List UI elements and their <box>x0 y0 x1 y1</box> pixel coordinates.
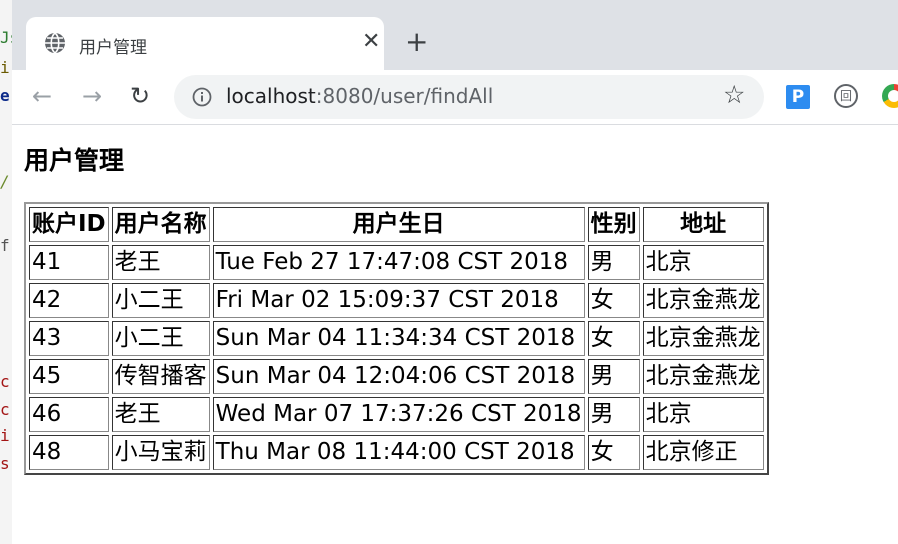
table-cell: 北京修正 <box>642 435 764 470</box>
code-fragment: c <box>0 372 10 391</box>
table-cell: 小马宝莉 <box>111 435 210 470</box>
table-cell: 42 <box>29 283 109 318</box>
table-cell: 48 <box>29 435 109 470</box>
circle-extension-icon[interactable]: 回 <box>834 84 858 108</box>
column-header: 用户生日 <box>212 207 585 242</box>
address-bar[interactable]: localhost:8080/user/findAll ☆ <box>174 75 764 119</box>
table-row: 41 老王 Tue Feb 27 17:47:08 CST 2018 男北京 <box>29 245 764 280</box>
code-fragment: f <box>0 236 10 255</box>
table-cell: 45 <box>29 359 109 394</box>
code-fragment: c <box>0 400 10 419</box>
table-cell: 老王 <box>111 245 210 280</box>
table-cell: 男 <box>587 359 640 394</box>
table-cell: Sun Mar 04 12:04:06 CST 2018 <box>212 359 585 394</box>
table-cell: 女 <box>587 283 640 318</box>
globe-icon <box>44 32 66 54</box>
url-text[interactable]: localhost:8080/user/findAll <box>226 84 493 108</box>
table-cell: Wed Mar 07 17:37:26 CST 2018 <box>212 397 585 432</box>
column-header: 用户名称 <box>111 207 210 242</box>
back-button[interactable]: ← <box>32 82 52 110</box>
browser-window: 用户管理 ✕ + ← → ↻ localhost:8080/user/findA… <box>12 0 898 544</box>
table-cell: 老王 <box>111 397 210 432</box>
table-cell: 小二王 <box>111 321 210 356</box>
table-row: 43 小二王 Sun Mar 04 11:34:34 CST 2018 女北京金燕龙 <box>29 321 764 356</box>
tab-strip: 用户管理 ✕ + <box>12 0 898 70</box>
table-row: 46 老王 Wed Mar 07 17:37:26 CST 2018 男北京 <box>29 397 764 432</box>
p-extension-icon[interactable]: P <box>786 85 810 109</box>
info-icon[interactable] <box>192 87 212 111</box>
code-fragment: i <box>0 426 10 445</box>
tab-user-management[interactable]: 用户管理 ✕ <box>26 17 384 70</box>
table-cell: 北京金燕龙 <box>642 283 764 318</box>
page-title: 用户管理 <box>24 146 125 175</box>
table-cell: 43 <box>29 321 109 356</box>
table-row: 42 小二王 Fri Mar 02 15:09:37 CST 2018 女北京金燕龙 <box>29 283 764 318</box>
column-header: 性别 <box>587 207 640 242</box>
table-cell: 北京金燕龙 <box>642 321 764 356</box>
table-header-row: 账户ID 用户名称 用户生日 性别 地址 <box>29 207 764 242</box>
bookmark-star-icon[interactable]: ☆ <box>723 80 745 109</box>
table-cell: 传智播客 <box>111 359 210 394</box>
url-host: localhost <box>226 84 316 108</box>
url-path: :8080/user/findAll <box>315 84 494 108</box>
table-cell: 41 <box>29 245 109 280</box>
table-row: 48 小马宝莉 Thu Mar 08 11:44:00 CST 2018 女北京修正 <box>29 435 764 470</box>
table-cell: Sun Mar 04 11:34:34 CST 2018 <box>212 321 585 356</box>
user-table: 账户ID 用户名称 用户生日 性别 地址 41 老王 Tue Feb 27 17:4… <box>24 202 769 475</box>
table-cell: 北京金燕龙 <box>642 359 764 394</box>
table-cell: 46 <box>29 397 109 432</box>
table-row: 45 传智播客 Sun Mar 04 12:04:06 CST 2018 男北京金燕龙 <box>29 359 764 394</box>
code-fragment: s <box>0 454 10 473</box>
table-cell: 小二王 <box>111 283 210 318</box>
table-cell: Tue Feb 27 17:47:08 CST 2018 <box>212 245 585 280</box>
table-cell: 北京 <box>642 245 764 280</box>
table-cell: 北京 <box>642 397 764 432</box>
table-cell: Thu Mar 08 11:44:00 CST 2018 <box>212 435 585 470</box>
table-cell: 男 <box>587 245 640 280</box>
reload-button[interactable]: ↻ <box>130 82 150 110</box>
table-cell: 女 <box>587 435 640 470</box>
new-tab-button[interactable]: + <box>405 25 428 59</box>
code-fragment: i <box>0 58 10 77</box>
tab-title: 用户管理 <box>79 38 147 58</box>
browser-toolbar: ← → ↻ localhost:8080/user/findAll ☆ <box>12 70 898 125</box>
table-cell: Fri Mar 02 15:09:37 CST 2018 <box>212 283 585 318</box>
table-cell: 女 <box>587 321 640 356</box>
column-header: 地址 <box>642 207 764 242</box>
table-cell: 男 <box>587 397 640 432</box>
code-fragment: e <box>0 86 10 105</box>
forward-button[interactable]: → <box>82 82 102 110</box>
column-header: 账户ID <box>29 207 109 242</box>
close-icon[interactable]: ✕ <box>362 30 380 54</box>
